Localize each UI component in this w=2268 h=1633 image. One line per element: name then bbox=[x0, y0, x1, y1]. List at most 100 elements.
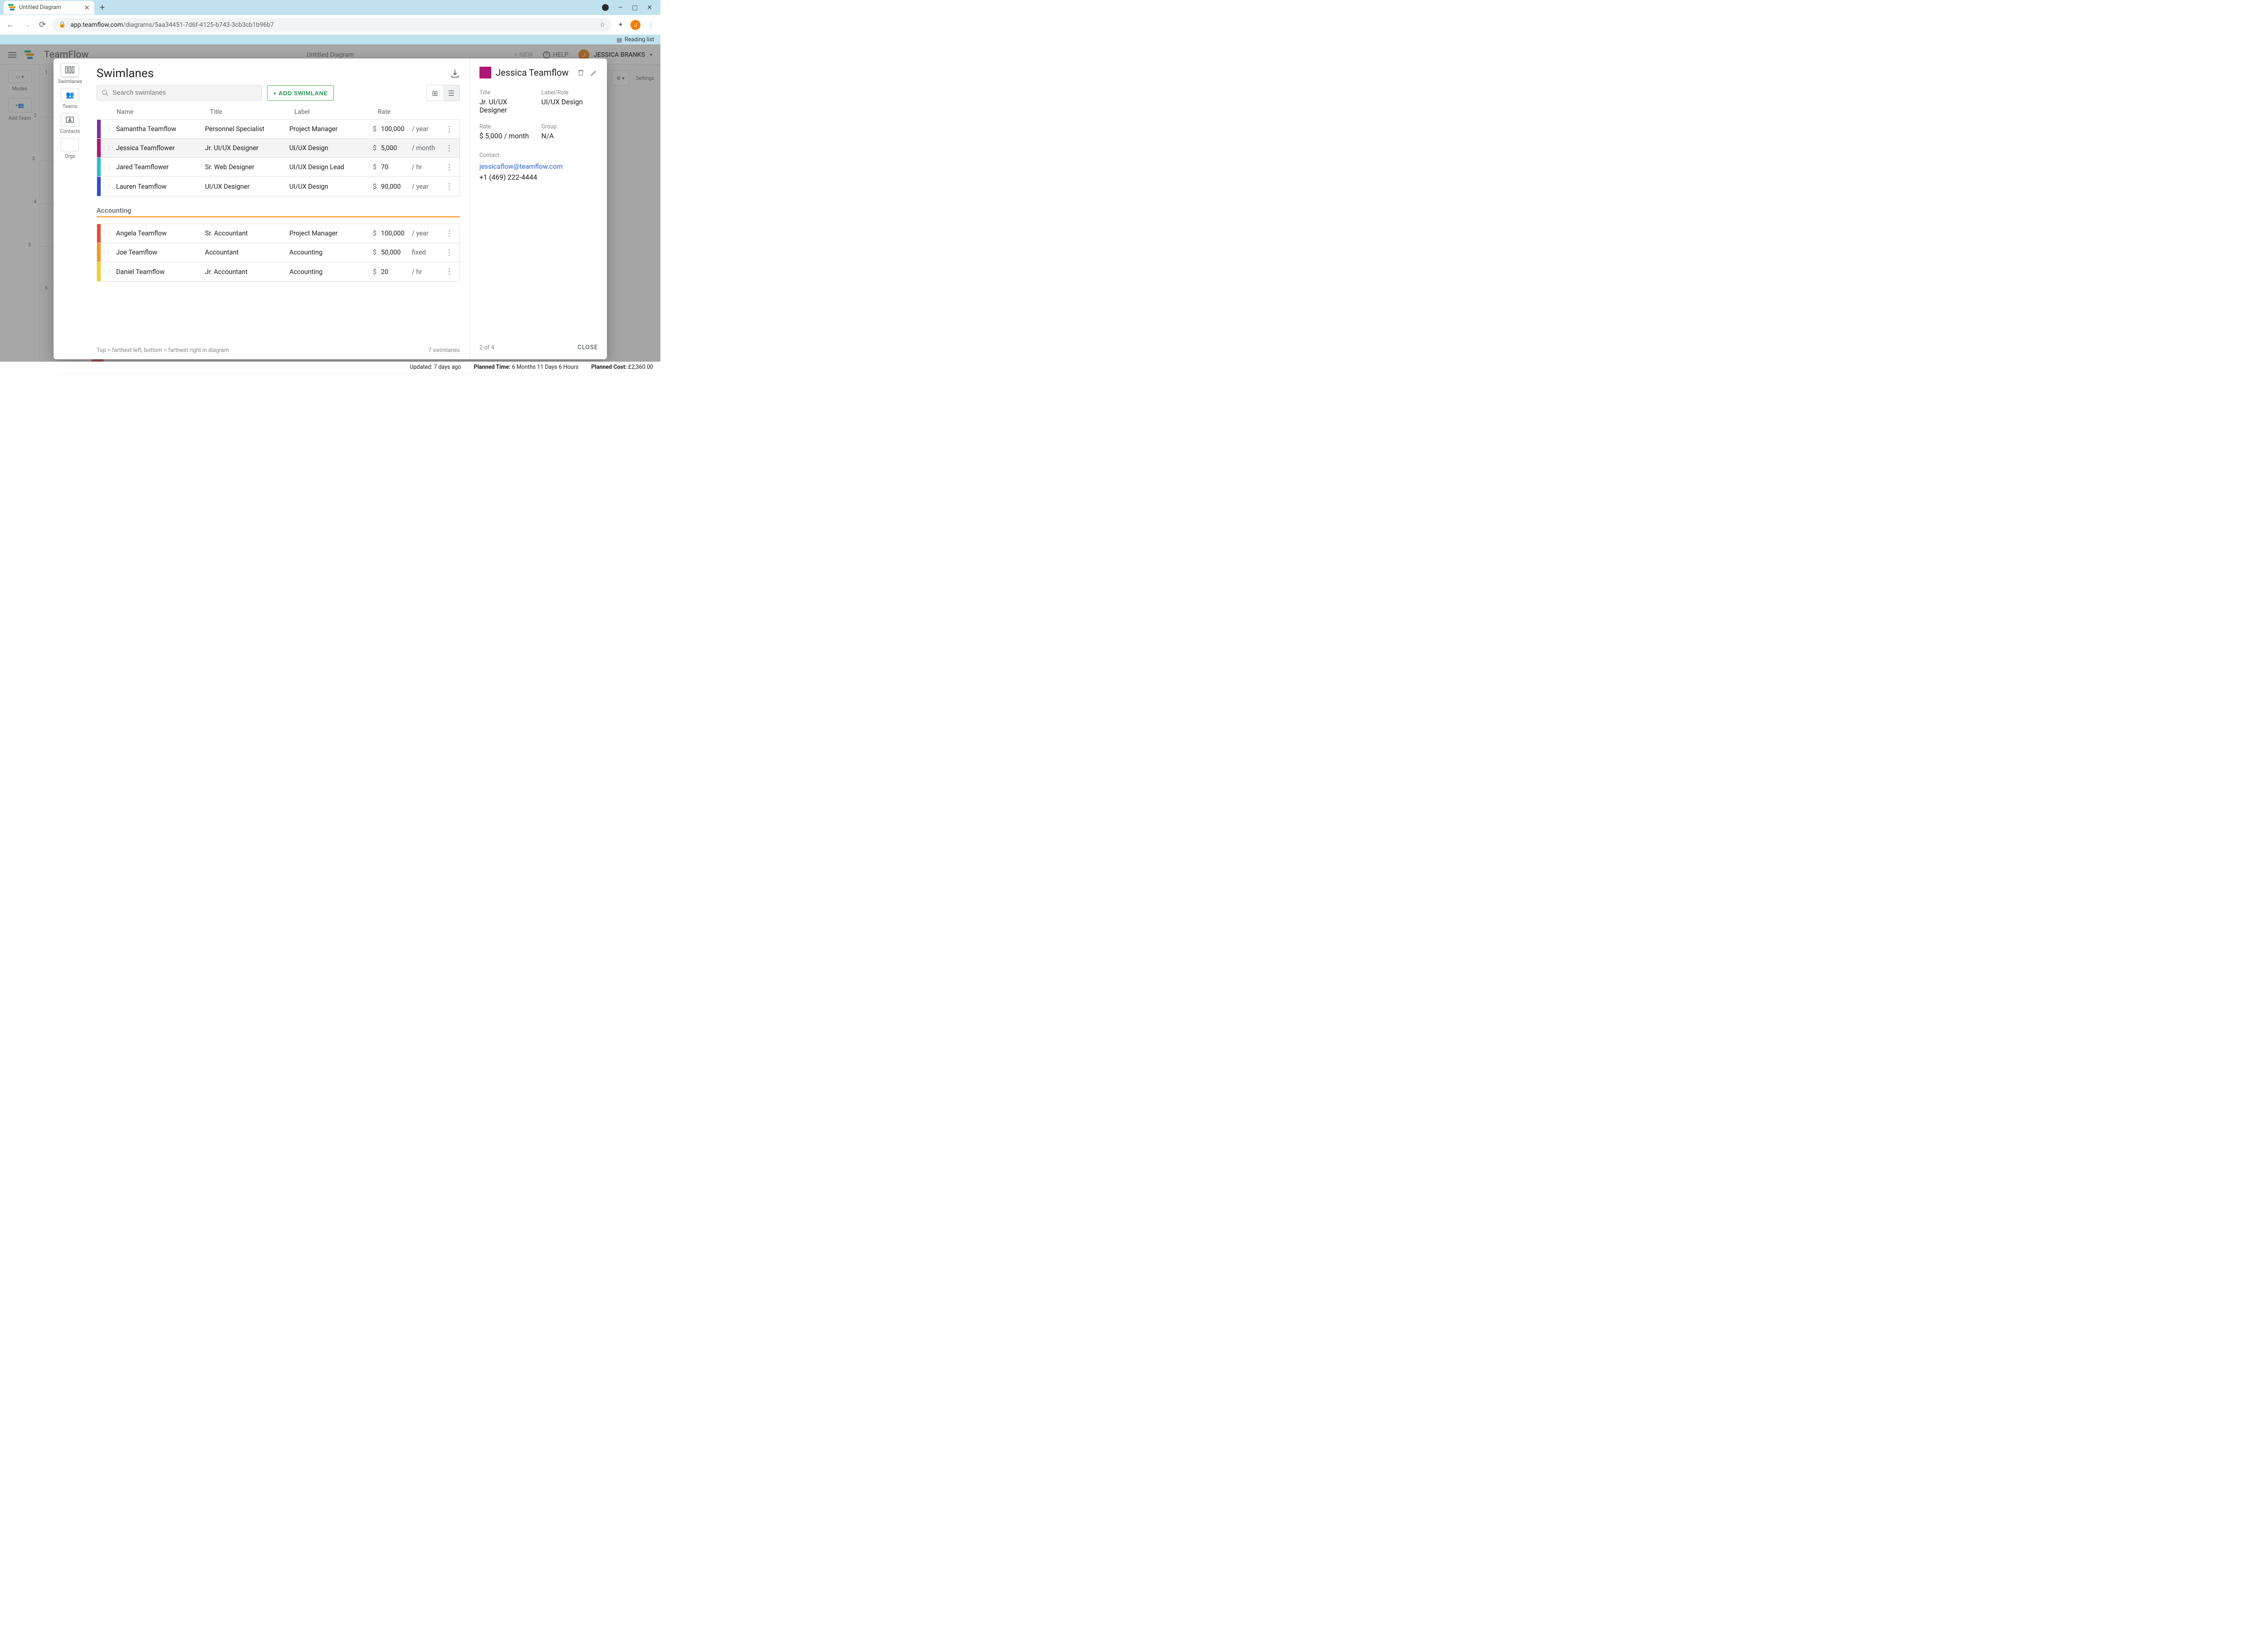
status-bar: Updated: 7 days ago Planned Time: 6 Mont… bbox=[0, 362, 660, 372]
swimlane-row[interactable]: ⋮⋮Daniel TeamflowJr. AccountantAccountin… bbox=[97, 262, 459, 281]
drag-handle-icon[interactable]: ⋮⋮ bbox=[101, 269, 112, 275]
tab-title: Untitled Diagram bbox=[19, 4, 61, 11]
col-title: Title bbox=[210, 108, 294, 116]
row-color-bar bbox=[97, 262, 101, 281]
sidebar-item-teams[interactable]: 👥Teams bbox=[56, 88, 84, 109]
row-menu-icon[interactable]: ⋮ bbox=[445, 125, 453, 134]
sidebar-item-swimlanes[interactable]: Swimlanes bbox=[56, 63, 84, 84]
detail-email[interactable]: jessicaflow@teamflow.com bbox=[479, 162, 598, 171]
row-name: Lauren Teamflow bbox=[112, 183, 205, 191]
row-color-bar bbox=[97, 120, 101, 138]
row-name: Jared Teamflower bbox=[112, 163, 205, 171]
row-name: Joe Teamflow bbox=[112, 249, 205, 256]
row-menu-icon[interactable]: ⋮ bbox=[445, 182, 453, 191]
swimlane-row[interactable]: ⋮⋮Jared TeamflowerSr. Web DesignerUI/UX … bbox=[97, 158, 459, 177]
download-icon[interactable] bbox=[450, 68, 460, 78]
modal-title: Swimlanes bbox=[97, 67, 154, 80]
drag-handle-icon[interactable]: ⋮⋮ bbox=[101, 230, 112, 237]
close-window-icon[interactable]: ✕ bbox=[647, 4, 652, 11]
new-tab-button[interactable]: + bbox=[100, 2, 105, 13]
row-menu-icon[interactable]: ⋮ bbox=[445, 267, 453, 276]
sidebar-item-contacts[interactable]: Contacts bbox=[56, 113, 84, 134]
detail-name: Jessica Teamflow bbox=[496, 67, 572, 78]
row-color-bar bbox=[97, 158, 101, 176]
detail-color-swatch bbox=[479, 67, 491, 78]
detail-rate-label: Rate bbox=[479, 123, 536, 130]
row-label: Project Manager bbox=[289, 230, 373, 237]
search-icon bbox=[102, 89, 109, 97]
close-button[interactable]: CLOSE bbox=[577, 344, 598, 351]
delete-icon[interactable] bbox=[577, 69, 585, 77]
contacts-icon bbox=[61, 113, 79, 127]
row-rate: $90,000/ year bbox=[373, 183, 445, 191]
drag-handle-icon[interactable]: ⋮⋮ bbox=[101, 126, 112, 132]
col-name: Name bbox=[117, 108, 210, 116]
grid-view-icon[interactable]: ⊞ bbox=[427, 85, 443, 101]
bookmark-star-icon[interactable]: ☆ bbox=[600, 21, 606, 29]
url-path: /diagrams/5aa34451-7d6f-4125-b743-3cb3cb… bbox=[123, 21, 274, 29]
swimlane-row[interactable]: ⋮⋮Angela TeamflowSr. AccountantProject M… bbox=[97, 224, 459, 243]
url-field[interactable]: 🔒 app.teamflow.com/diagrams/5aa34451-7d6… bbox=[52, 18, 611, 32]
detail-group-value: N/A bbox=[541, 132, 598, 140]
tab-strip: Untitled Diagram ✕ + — ▢ ✕ bbox=[0, 0, 660, 15]
reading-list-link[interactable]: Reading list bbox=[625, 36, 654, 43]
drag-handle-icon[interactable]: ⋮⋮ bbox=[101, 145, 112, 152]
add-swimlane-button[interactable]: +ADD SWIMLANE bbox=[267, 85, 334, 101]
row-menu-icon[interactable]: ⋮ bbox=[445, 248, 453, 257]
browser-chrome: Untitled Diagram ✕ + — ▢ ✕ ← → ⟳ 🔒 app.t… bbox=[0, 0, 660, 45]
swimlane-row[interactable]: ⋮⋮Samantha TeamflowPersonnel SpecialistP… bbox=[97, 120, 459, 139]
row-title: Personnel Specialist bbox=[205, 125, 289, 133]
search-swimlanes-input[interactable] bbox=[97, 85, 262, 101]
row-menu-icon[interactable]: ⋮ bbox=[445, 144, 453, 153]
list-view-icon[interactable]: ☰ bbox=[443, 85, 459, 101]
profile-avatar[interactable]: J bbox=[631, 20, 640, 30]
forward-icon[interactable]: → bbox=[23, 20, 31, 29]
browser-menu-icon[interactable]: ⋮ bbox=[648, 21, 654, 29]
drag-handle-icon[interactable]: ⋮⋮ bbox=[101, 249, 112, 256]
row-name: Samantha Teamflow bbox=[112, 125, 205, 133]
row-label: UI/UX Design bbox=[289, 183, 373, 191]
row-color-bar bbox=[97, 243, 101, 262]
browser-tab[interactable]: Untitled Diagram ✕ bbox=[4, 1, 94, 15]
drag-handle-icon[interactable]: ⋮⋮ bbox=[101, 183, 112, 190]
maximize-icon[interactable]: ▢ bbox=[632, 4, 638, 11]
minimize-icon[interactable]: — bbox=[618, 4, 623, 11]
edit-icon[interactable] bbox=[590, 69, 598, 77]
row-label: Accounting bbox=[289, 249, 373, 256]
footer-hint: Top = farthest left, bottom = farthest r… bbox=[97, 347, 229, 354]
row-rate: $100,000/ year bbox=[373, 125, 445, 133]
column-headers: Name Title Label Rate bbox=[97, 108, 460, 119]
row-title: Accountant bbox=[205, 249, 289, 256]
view-toggle: ⊞ ☰ bbox=[426, 85, 460, 101]
tab-close-icon[interactable]: ✕ bbox=[84, 4, 90, 12]
drag-handle-icon[interactable]: ⋮⋮ bbox=[101, 164, 112, 171]
row-title: Sr. Web Designer bbox=[205, 163, 289, 171]
reading-list-icon[interactable]: ▤ bbox=[616, 36, 622, 44]
lock-icon: 🔒 bbox=[59, 21, 66, 28]
detail-group-label: Group bbox=[541, 123, 598, 130]
reload-icon[interactable]: ⟳ bbox=[39, 20, 46, 29]
modal-main: Swimlanes +ADD SWIMLANE ⊞ ☰ Name Title L… bbox=[87, 59, 470, 359]
row-title: Jr. UI/UX Designer bbox=[205, 144, 289, 152]
row-label: Project Manager bbox=[289, 125, 373, 133]
swimlanes-icon bbox=[61, 63, 79, 77]
row-title: Sr. Accountant bbox=[205, 230, 289, 237]
row-rate: $70/ hr bbox=[373, 163, 445, 171]
row-color-bar bbox=[97, 139, 101, 157]
detail-role-value: UI/UX Design bbox=[541, 98, 598, 106]
col-label: Label bbox=[294, 108, 378, 116]
planned-time-value: 6 Months 11 Days 6 Hours bbox=[510, 364, 578, 371]
extensions-icon[interactable]: ✦ bbox=[618, 21, 623, 29]
row-menu-icon[interactable]: ⋮ bbox=[445, 163, 453, 172]
row-menu-icon[interactable]: ⋮ bbox=[445, 229, 453, 238]
planned-time-label: Planned Time: bbox=[474, 364, 511, 371]
bookmarks-bar: ▤ Reading list bbox=[0, 35, 660, 45]
swimlane-row[interactable]: ⋮⋮Jessica TeamflowerJr. UI/UX DesignerUI… bbox=[97, 139, 459, 158]
back-icon[interactable]: ← bbox=[6, 20, 15, 29]
notification-icon[interactable] bbox=[602, 4, 609, 11]
swimlane-row[interactable]: ⋮⋮Joe TeamflowAccountantAccounting$50,00… bbox=[97, 243, 459, 262]
swimlane-row[interactable]: ⋮⋮Lauren TeamflowUI/UX DesignerUI/UX Des… bbox=[97, 177, 459, 196]
row-rate: $100,000/ year bbox=[373, 230, 445, 237]
swimlane-count: 7 swimlanes bbox=[428, 347, 460, 354]
sidebar-item-orgs[interactable]: Orgs bbox=[56, 138, 84, 159]
